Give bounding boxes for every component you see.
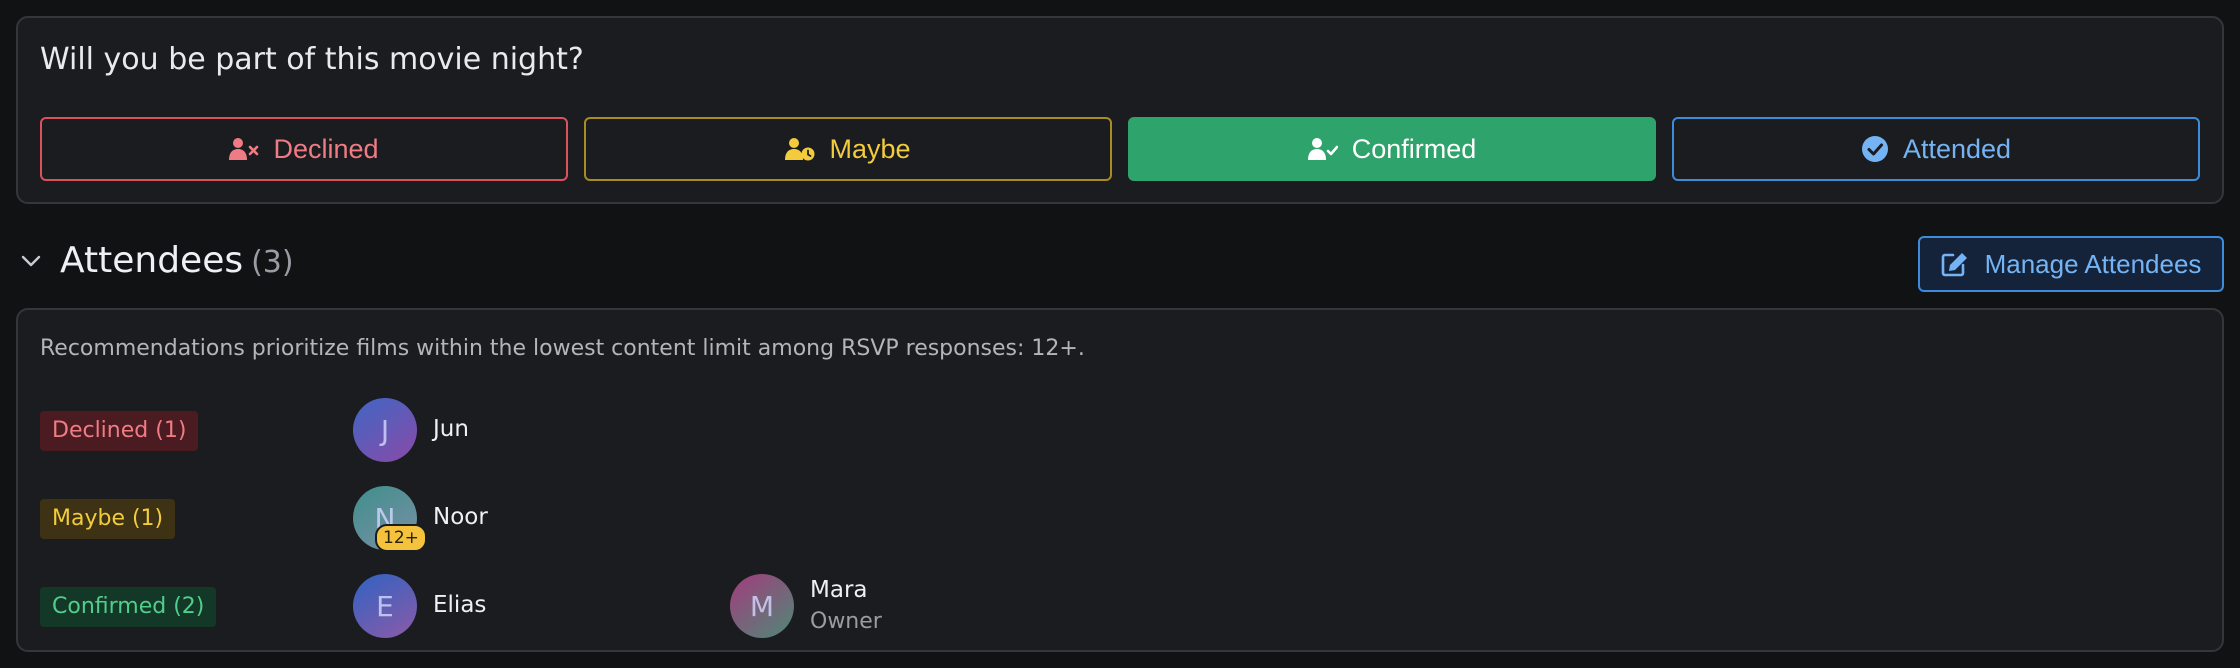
attended-button[interactable]: Attended <box>1672 117 2200 181</box>
circle-check-icon <box>1861 136 1888 162</box>
status-badge-maybe: Maybe (1) <box>40 499 176 539</box>
declined-row: Declined (1) J Jun <box>40 396 2200 464</box>
manage-attendees-button[interactable]: Manage Attendees <box>1918 236 2224 292</box>
declined-label: Declined <box>273 133 379 164</box>
confirmed-button[interactable]: Confirmed <box>1128 117 1656 181</box>
declined-button[interactable]: Declined <box>40 117 568 181</box>
status-badge-declined: Declined (1) <box>40 411 199 451</box>
rsvp-card: Will you be part of this movie night? De… <box>16 16 2224 204</box>
attendee-role: Owner <box>810 609 882 634</box>
status-badge-confirmed: Confirmed (2) <box>40 587 217 627</box>
attendees-header: Attendees (3) Manage Attendees <box>16 232 2224 294</box>
attendee-name: Jun <box>433 416 469 442</box>
maybe-row: Maybe (1) N 12+ Noor <box>40 484 2200 552</box>
avatar: E <box>353 574 417 638</box>
rsvp-question: Will you be part of this movie night? <box>40 42 584 77</box>
age-limit-badge: 12+ <box>375 524 427 552</box>
chevron-down-icon[interactable] <box>20 254 42 268</box>
attendees-card: Recommendations prioritize films within … <box>16 308 2224 652</box>
confirmed-label: Confirmed <box>1351 133 1477 164</box>
attendees-title: Attendees (3) <box>60 240 294 281</box>
edit-icon <box>1941 253 1967 277</box>
confirmed-row: Confirmed (2) E Elias M Mara Owner <box>40 572 2200 640</box>
attended-label: Attended <box>1902 133 2012 164</box>
attendee-name: Mara <box>810 577 868 603</box>
user-clock-icon <box>785 138 815 161</box>
maybe-button[interactable]: Maybe <box>584 117 1112 181</box>
maybe-label: Maybe <box>829 133 911 164</box>
attendee-name: Noor <box>433 504 488 530</box>
user-check-icon <box>1307 138 1338 160</box>
avatar: J <box>353 398 417 462</box>
user-xmark-icon <box>229 138 259 160</box>
avatar: M <box>730 574 794 638</box>
attendees-count: (3) <box>251 245 294 280</box>
attendee-name: Elias <box>433 592 487 618</box>
manage-attendees-label: Manage Attendees <box>1984 248 2202 279</box>
attendees-title-text: Attendees <box>60 240 244 281</box>
content-limit-note: Recommendations prioritize films within … <box>40 336 1085 361</box>
